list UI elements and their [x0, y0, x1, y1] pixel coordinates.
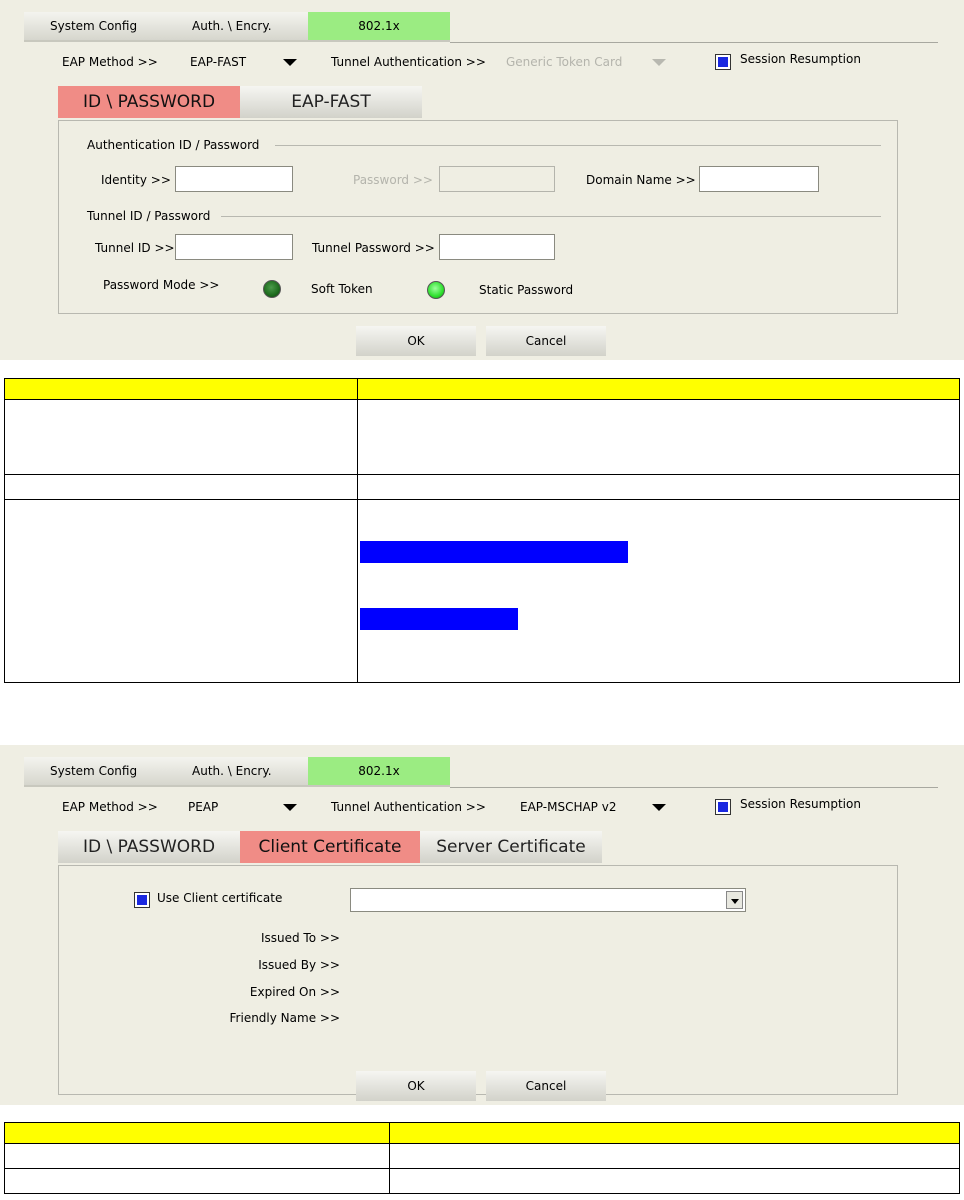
highlight-bar: [360, 608, 518, 630]
soft-token-radio[interactable]: [263, 280, 281, 298]
tunnel-section-title: Tunnel ID / Password: [87, 209, 211, 223]
table1-cell: [4, 474, 358, 500]
table2-cell: [389, 1168, 960, 1194]
peap-config-panel: System Config Auth. \ Encry. 802.1x EAP …: [0, 745, 964, 1105]
session-resumption-checkbox[interactable]: [715, 799, 731, 815]
table2-header-cell: [4, 1122, 390, 1144]
tab-auth-encry[interactable]: Auth. \ Encry.: [166, 12, 308, 40]
tab-8021x[interactable]: 802.1x: [308, 757, 450, 785]
eap-method-label: EAP Method >>: [62, 800, 158, 814]
static-password-label: Static Password: [479, 283, 574, 297]
tab-client-certificate[interactable]: Client Certificate: [240, 831, 420, 863]
table1-cell: [357, 399, 960, 475]
use-client-certificate-label: Use Client certificate: [157, 891, 283, 905]
use-client-certificate-checkbox[interactable]: [134, 892, 150, 908]
table1-cell: [4, 499, 358, 683]
table1-cell: [357, 499, 960, 683]
table1-header-cell: [4, 378, 358, 400]
table1-header-cell: [357, 378, 960, 400]
sub-tabs: ID \ PASSWORD Client Certificate Server …: [58, 831, 602, 863]
tunnel-auth-label: Tunnel Authentication >>: [331, 55, 486, 69]
static-password-radio[interactable]: [427, 281, 445, 299]
tab-eap-fast[interactable]: EAP-FAST: [240, 86, 422, 118]
domain-name-label: Domain Name >>: [586, 173, 696, 187]
credentials-groupbox: Authentication ID / Password Identity >>…: [58, 120, 898, 314]
eap-method-label: EAP Method >>: [62, 55, 158, 69]
top-tab-divider: [450, 787, 938, 788]
top-tab-rule: [24, 40, 450, 42]
chevron-down-icon[interactable]: [726, 891, 743, 909]
issued-to-label: Issued To >>: [260, 931, 340, 945]
tunnel-id-input[interactable]: [175, 234, 293, 260]
eap-method-select[interactable]: PEAP: [188, 800, 218, 814]
client-certificate-select[interactable]: [350, 888, 746, 912]
top-tab-rule: [24, 785, 450, 787]
tunnel-auth-select[interactable]: Generic Token Card: [506, 55, 622, 69]
eap-method-dropdown-icon[interactable]: [283, 804, 297, 811]
issued-by-label: Issued By >>: [258, 958, 340, 972]
domain-name-input[interactable]: [699, 166, 819, 192]
table2-cell: [4, 1168, 390, 1194]
table2-header-cell: [389, 1122, 960, 1144]
tab-system-config[interactable]: System Config: [24, 757, 166, 785]
tab-system-config[interactable]: System Config: [24, 12, 166, 40]
table1-cell: [4, 399, 358, 475]
soft-token-label: Soft Token: [311, 282, 373, 296]
tunnel-auth-label: Tunnel Authentication >>: [331, 800, 486, 814]
eap-method-dropdown-icon[interactable]: [283, 59, 297, 66]
highlight-bar: [360, 541, 628, 563]
eap-method-select[interactable]: EAP-FAST: [190, 55, 246, 69]
tunnel-auth-dropdown-icon[interactable]: [652, 59, 666, 66]
tunnel-auth-dropdown-icon[interactable]: [652, 804, 666, 811]
ok-button[interactable]: OK: [356, 326, 476, 356]
sub-tabs: ID \ PASSWORD EAP-FAST: [58, 86, 422, 118]
session-resumption-label: Session Resumption: [740, 52, 861, 66]
friendly-name-label: Friendly Name >>: [229, 1011, 340, 1025]
password-label: Password >>: [353, 173, 433, 187]
tunnel-password-input[interactable]: [439, 234, 555, 260]
table1-cell: [357, 474, 960, 500]
tab-server-certificate[interactable]: Server Certificate: [420, 831, 602, 863]
top-tabs: System Config Auth. \ Encry. 802.1x: [24, 12, 450, 40]
cancel-button[interactable]: Cancel: [486, 1071, 606, 1101]
session-resumption-checkbox[interactable]: [715, 54, 731, 70]
expired-on-label: Expired On >>: [249, 985, 340, 999]
table2-cell: [4, 1143, 390, 1169]
top-tabs: System Config Auth. \ Encry. 802.1x: [24, 757, 450, 785]
tunnel-id-label: Tunnel ID >>: [95, 241, 175, 255]
description-table-1: [4, 378, 960, 683]
ok-button[interactable]: OK: [356, 1071, 476, 1101]
auth-section-line: [275, 145, 881, 146]
eap-method-row: EAP Method >> EAP-FAST Tunnel Authentica…: [0, 52, 964, 72]
tunnel-auth-select[interactable]: EAP-MSCHAP v2: [520, 800, 616, 814]
identity-input[interactable]: [175, 166, 293, 192]
identity-label: Identity >>: [101, 173, 171, 187]
password-mode-label: Password Mode >>: [103, 278, 220, 292]
cancel-button[interactable]: Cancel: [486, 326, 606, 356]
tab-id-password[interactable]: ID \ PASSWORD: [58, 86, 240, 118]
tab-8021x[interactable]: 802.1x: [308, 12, 450, 40]
table2-cell: [389, 1143, 960, 1169]
auth-section-title: Authentication ID / Password: [87, 138, 260, 152]
tunnel-section-line: [221, 216, 881, 217]
session-resumption-label: Session Resumption: [740, 797, 861, 811]
tab-id-password[interactable]: ID \ PASSWORD: [58, 831, 240, 863]
description-table-2: [4, 1122, 960, 1194]
password-input[interactable]: [439, 166, 555, 192]
tab-auth-encry[interactable]: Auth. \ Encry.: [166, 757, 308, 785]
eap-fast-config-panel: System Config Auth. \ Encry. 802.1x EAP …: [0, 0, 964, 360]
tunnel-password-label: Tunnel Password >>: [312, 241, 435, 255]
eap-method-row: EAP Method >> PEAP Tunnel Authentication…: [0, 797, 964, 817]
top-tab-divider: [450, 42, 938, 43]
